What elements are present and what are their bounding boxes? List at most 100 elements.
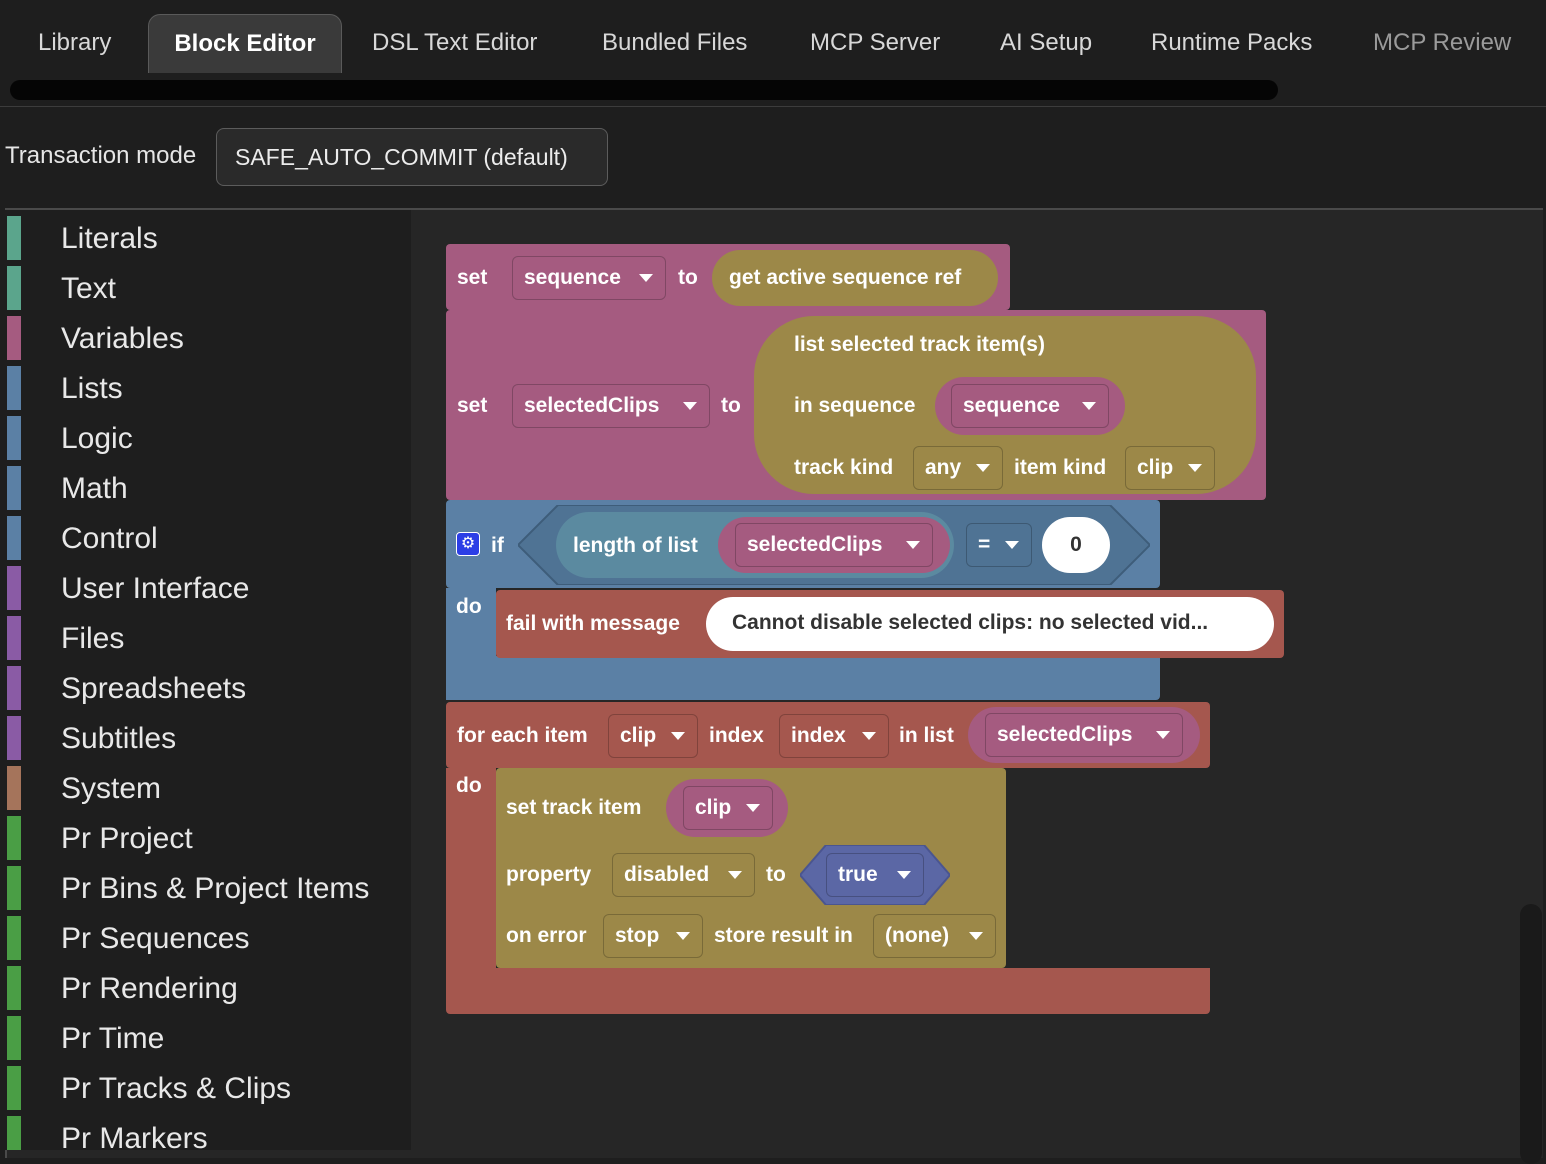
toolbox-category-text[interactable]: Text bbox=[5, 260, 411, 310]
chevron-down-icon bbox=[897, 871, 911, 879]
toolbox-category-pr-bins[interactable]: Pr Bins & Project Items bbox=[5, 860, 411, 910]
in-sequence-label: in sequence bbox=[794, 394, 916, 417]
category-swatch bbox=[7, 1116, 21, 1150]
store-result-dropdown[interactable]: (none) bbox=[873, 914, 996, 958]
tab-runtime-packs[interactable]: Runtime Packs bbox=[1151, 14, 1312, 72]
category-swatch bbox=[7, 516, 21, 560]
dropdown-value: sequence bbox=[524, 266, 621, 289]
toolbox-category-files[interactable]: Files bbox=[5, 610, 411, 660]
variable-dropdown-selected-clips[interactable]: selectedClips bbox=[512, 384, 710, 428]
set-keyword: set bbox=[457, 394, 488, 417]
item-kind-label: item kind bbox=[1014, 456, 1107, 479]
track-kind-dropdown[interactable]: any bbox=[913, 446, 1003, 490]
store-result-label: store result in bbox=[714, 924, 853, 947]
tab-library[interactable]: Library bbox=[38, 14, 111, 72]
category-label: Pr Sequences bbox=[61, 922, 250, 955]
workspace-vertical-scrollbar[interactable] bbox=[1520, 904, 1542, 1164]
if-block-footer bbox=[446, 656, 1160, 700]
tab-mcp-review[interactable]: MCP Review bbox=[1373, 14, 1511, 72]
fail-with-message-label: fail with message bbox=[506, 612, 680, 635]
category-label: Subtitles bbox=[61, 722, 177, 755]
dropdown-value: clip bbox=[620, 724, 657, 747]
message-text-field[interactable]: Cannot disable selected clips: no select… bbox=[706, 597, 1274, 651]
toolbox-category-pr-tracks-clips[interactable]: Pr Tracks & Clips bbox=[5, 1060, 411, 1110]
tab-block-editor[interactable]: Block Editor bbox=[148, 14, 342, 73]
chevron-down-icon bbox=[683, 402, 697, 410]
set-keyword: set bbox=[457, 266, 488, 289]
category-label: Literals bbox=[61, 222, 158, 255]
index-variable-dropdown[interactable]: index bbox=[779, 714, 889, 758]
category-label: Pr Tracks & Clips bbox=[61, 1072, 292, 1105]
in-list-keyword: in list bbox=[899, 724, 954, 747]
chevron-down-icon bbox=[1082, 402, 1096, 410]
tab-mcp-server[interactable]: MCP Server bbox=[810, 14, 940, 72]
category-label: Lists bbox=[61, 372, 123, 405]
category-swatch bbox=[7, 766, 21, 810]
tab-bundled-files[interactable]: Bundled Files bbox=[602, 14, 747, 72]
category-swatch bbox=[7, 916, 21, 960]
to-keyword: to bbox=[678, 266, 698, 289]
toolbox-category-spreadsheets[interactable]: Spreadsheets bbox=[5, 660, 411, 710]
on-error-dropdown[interactable]: stop bbox=[603, 914, 703, 958]
tab-ai-setup[interactable]: AI Setup bbox=[1000, 14, 1092, 72]
on-error-label: on error bbox=[506, 924, 587, 947]
toolbox-category-pr-project[interactable]: Pr Project bbox=[5, 810, 411, 860]
to-keyword: to bbox=[721, 394, 741, 417]
boolean-dropdown[interactable]: true bbox=[826, 853, 924, 897]
item-variable-dropdown[interactable]: clip bbox=[608, 714, 698, 758]
toolbox-category-pr-rendering[interactable]: Pr Rendering bbox=[5, 960, 411, 1010]
toolbox-category-system[interactable]: System bbox=[5, 760, 411, 810]
category-swatch bbox=[7, 1066, 21, 1110]
category-swatch bbox=[7, 266, 21, 310]
toolbox-category-pr-markers[interactable]: Pr Markers bbox=[5, 1110, 411, 1150]
toolbox-category-subtitles[interactable]: Subtitles bbox=[5, 710, 411, 760]
category-swatch bbox=[7, 466, 21, 510]
category-label: Logic bbox=[61, 422, 133, 455]
toolbox-category-pr-sequences[interactable]: Pr Sequences bbox=[5, 910, 411, 960]
category-label: Variables bbox=[61, 322, 184, 355]
tab-scrollbar[interactable] bbox=[10, 80, 1278, 100]
toolbox-category-user-interface[interactable]: User Interface bbox=[5, 560, 411, 610]
property-dropdown[interactable]: disabled bbox=[612, 853, 755, 897]
dropdown-value: selectedClips bbox=[524, 394, 660, 417]
chevron-down-icon bbox=[728, 871, 742, 879]
if-keyword: if bbox=[491, 534, 504, 557]
category-swatch bbox=[7, 316, 21, 360]
tab-bar: Library Block Editor DSL Text Editor Bun… bbox=[0, 0, 1546, 107]
variable-dropdown-selected-clips[interactable]: selectedClips bbox=[735, 523, 933, 567]
transaction-mode-select[interactable]: SAFE_AUTO_COMMIT (default) bbox=[216, 128, 608, 186]
category-swatch bbox=[7, 416, 21, 460]
operator-dropdown[interactable]: = bbox=[966, 523, 1032, 567]
category-label: User Interface bbox=[61, 572, 250, 605]
number-field[interactable]: 0 bbox=[1042, 517, 1110, 573]
category-label: Pr Time bbox=[61, 1022, 165, 1055]
toolbox-category-logic[interactable]: Logic bbox=[5, 410, 411, 460]
category-swatch bbox=[7, 716, 21, 760]
toolbox-category-control[interactable]: Control bbox=[5, 510, 411, 560]
toolbox-category-variables[interactable]: Variables bbox=[5, 310, 411, 360]
gear-icon[interactable]: ⚙ bbox=[456, 532, 480, 556]
dropdown-value: disabled bbox=[624, 863, 710, 886]
set-track-item-label: set track item bbox=[506, 796, 642, 819]
category-label: Files bbox=[61, 622, 125, 655]
variable-dropdown-sequence[interactable]: sequence bbox=[512, 256, 666, 300]
transaction-mode-label: Transaction mode bbox=[5, 142, 197, 169]
category-label: System bbox=[61, 772, 162, 805]
toolbox-category-literals[interactable]: Literals bbox=[5, 210, 411, 260]
category-label: Math bbox=[61, 472, 128, 505]
chevron-down-icon bbox=[862, 732, 876, 740]
track-kind-label: track kind bbox=[794, 456, 894, 479]
variable-dropdown-sequence[interactable]: sequence bbox=[951, 384, 1109, 428]
item-kind-dropdown[interactable]: clip bbox=[1125, 446, 1215, 490]
category-swatch bbox=[7, 366, 21, 410]
toolbox-category-math[interactable]: Math bbox=[5, 460, 411, 510]
category-swatch bbox=[7, 616, 21, 660]
category-swatch bbox=[7, 816, 21, 860]
tab-dsl-text-editor[interactable]: DSL Text Editor bbox=[372, 14, 537, 72]
chevron-down-icon bbox=[639, 274, 653, 282]
toolbox-category-lists[interactable]: Lists bbox=[5, 360, 411, 410]
category-label: Spreadsheets bbox=[61, 672, 247, 705]
variable-dropdown-selected-clips[interactable]: selectedClips bbox=[985, 713, 1183, 757]
toolbox-category-pr-time[interactable]: Pr Time bbox=[5, 1010, 411, 1060]
variable-dropdown-clip[interactable]: clip bbox=[683, 786, 773, 830]
